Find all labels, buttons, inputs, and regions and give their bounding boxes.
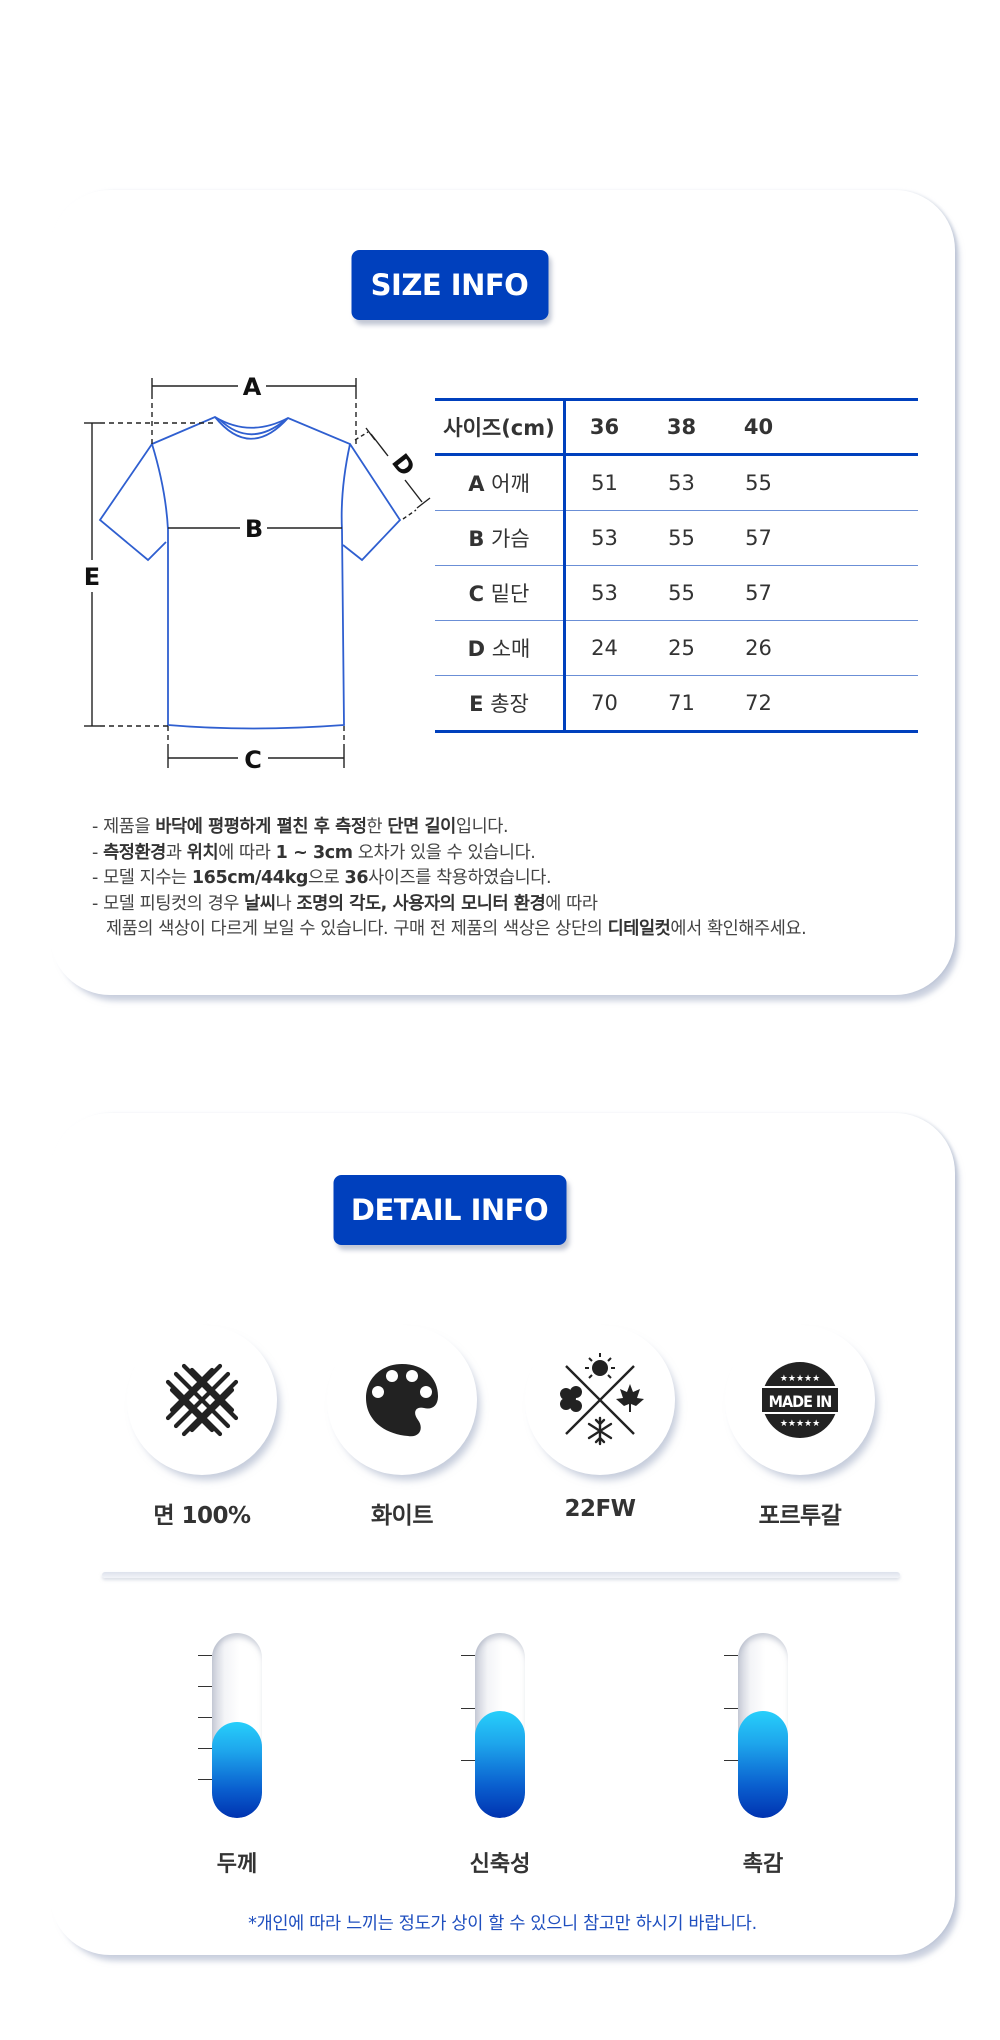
measurement-value: 70 (591, 691, 618, 715)
attribute-label: 22FW (564, 1496, 636, 1522)
palette-icon (366, 1364, 438, 1437)
size-table-row: A 어깨 51 53 55 (435, 454, 918, 511)
measurement-value: 24 (591, 636, 618, 660)
size-info-card: SIZE INFO A B C D E 사이즈(cm) 36 38 40 A 어… (50, 190, 955, 995)
measurement-code: C (468, 582, 485, 606)
detail-info-card: DETAIL INFO 면 100% 화이트 22FW MADE IN ★★★★… (50, 1113, 955, 1955)
size-table-row: B 가슴 53 55 57 (435, 510, 918, 566)
gauge-tick (724, 1707, 738, 1709)
gauge-tick (461, 1760, 475, 1761)
measurement-value: 57 (745, 581, 772, 605)
gauge-fill (475, 1711, 525, 1818)
measurement-value: 53 (591, 581, 618, 605)
attribute-label: 화이트 (371, 1503, 433, 1529)
attribute-label: 포르투갈 (758, 1503, 842, 1529)
dimension-label-d: D (386, 449, 420, 482)
gauge-tick (198, 1779, 212, 1780)
shirt-size-diagram: A B C D E (84, 373, 431, 774)
dimension-label-e: E (84, 563, 100, 591)
measurement-name: 밑단 (490, 582, 530, 606)
gauge-fill (738, 1711, 788, 1818)
gauge-tick (198, 1655, 212, 1656)
measurement-value: 51 (591, 471, 618, 495)
measurement-name: 총장 (490, 692, 529, 716)
measure-lines (84, 378, 431, 768)
measurement-value: 72 (745, 691, 772, 715)
size-table: 사이즈(cm) 36 38 40 A 어깨 51 53 55 B 가슴 53 55 57 C 밑… (435, 398, 918, 733)
gauge-title: 두께 (216, 1852, 258, 1877)
note-line: - 모델 지수는 165cm/44kg으로 36사이즈를 착용하였습니다. (92, 868, 552, 888)
measurement-label: B 가슴 (435, 510, 566, 566)
measurement-value: 55 (668, 581, 695, 605)
dimension-label-a: A (243, 373, 262, 401)
attribute-label: 면 100% (153, 1503, 251, 1529)
measurement-value: 53 (668, 471, 695, 495)
measurement-value: 25 (668, 636, 695, 660)
measurement-label: A 어깨 (435, 454, 566, 511)
measurement-code: B (468, 527, 485, 551)
measurement-code: D (467, 637, 486, 661)
attribute-origin: MADE IN ★★★★★ ★★★★★ 포르투갈 (725, 1325, 875, 1530)
header-size-label: 사이즈(cm) (435, 399, 566, 455)
attribute-material: 면 100% (127, 1325, 277, 1530)
measurement-value: 55 (668, 526, 695, 550)
gauge-track (212, 1633, 262, 1818)
size-table-header: 사이즈(cm) 36 38 40 (435, 399, 918, 455)
measurement-value: 71 (668, 691, 695, 715)
four-seasons-icon (560, 1353, 644, 1446)
svg-text:★★★★★: ★★★★★ (780, 1374, 820, 1384)
measurement-value: 57 (745, 526, 772, 550)
measurement-value: 26 (745, 636, 772, 660)
attribute-color: 화이트 (327, 1325, 477, 1530)
gauge-tick (724, 1760, 738, 1761)
gauge-tick (198, 1717, 212, 1718)
made-in-badge-icon: MADE IN ★★★★★ ★★★★★ (760, 1362, 840, 1438)
footnote: *개인에 따라 느끼는 정도가 상이 할 수 있으니 참고만 하시기 바랍니다. (248, 1914, 757, 1934)
detail-info-title: DETAIL INFO (333, 1175, 566, 1245)
measurement-value: 55 (745, 471, 772, 495)
gauge-title: 신축성 (469, 1852, 531, 1877)
dimension-label-b: B (245, 515, 263, 543)
header-size-36: 36 (589, 415, 620, 439)
measurement-label: D 소매 (435, 620, 566, 676)
note-line: - 제품을 바닥에 평평하게 펼친 후 측정한 단면 길이입니다. (92, 817, 509, 837)
fabric-weave-icon (165, 1363, 239, 1437)
size-info-title: SIZE INFO (351, 250, 548, 320)
attribute-season: 22FW (525, 1325, 675, 1522)
header-size-38: 38 (666, 415, 697, 439)
gauge-tick (198, 1686, 212, 1687)
note-line: 제품의 색상이 다르게 보일 수 있습니다. 구매 전 제품의 색상은 상단의 … (106, 919, 807, 939)
measurement-label: E 총장 (435, 675, 566, 732)
shirt-outline (98, 415, 402, 730)
gauge-tick (461, 1655, 475, 1656)
size-table-row: E 총장 70 71 72 (435, 675, 918, 732)
size-notes: - 제품을 바닥에 평평하게 펼친 후 측정한 단면 길이입니다. - 측정환경과… (92, 815, 807, 943)
size-table-row: D 소매 24 25 26 (435, 620, 918, 676)
gauge-track (475, 1633, 525, 1818)
note-line: - 모델 피팅컷의 경우 날씨나 조명의 각도, 사용자의 모니터 환경에 따라 (92, 893, 598, 914)
measurement-code: E (469, 692, 484, 716)
header-size-40: 40 (743, 415, 774, 439)
gauge-fill (212, 1722, 262, 1818)
badge-text: MADE IN (769, 1392, 832, 1411)
measurement-name: 소매 (491, 637, 531, 661)
note-line: - 측정환경과 위치에 따라 1 ~ 3cm 오차가 있을 수 있습니다. (92, 842, 536, 863)
measurement-name: 가슴 (491, 527, 530, 551)
dimension-label-c: C (244, 746, 262, 774)
gauge-tick (198, 1748, 212, 1749)
gauge-tick (724, 1655, 738, 1656)
gauge-title: 촉감 (742, 1852, 784, 1877)
measurement-value: 53 (591, 526, 618, 550)
measurement-label: C 밑단 (435, 565, 566, 621)
gauge-tick (461, 1707, 475, 1709)
size-table-row: C 밑단 53 55 57 (435, 565, 918, 621)
section-divider (102, 1572, 900, 1578)
svg-text:★★★★★: ★★★★★ (780, 1419, 820, 1429)
gauge-track (738, 1633, 788, 1818)
measurement-code: A (468, 472, 485, 496)
measurement-name: 어깨 (491, 472, 530, 496)
